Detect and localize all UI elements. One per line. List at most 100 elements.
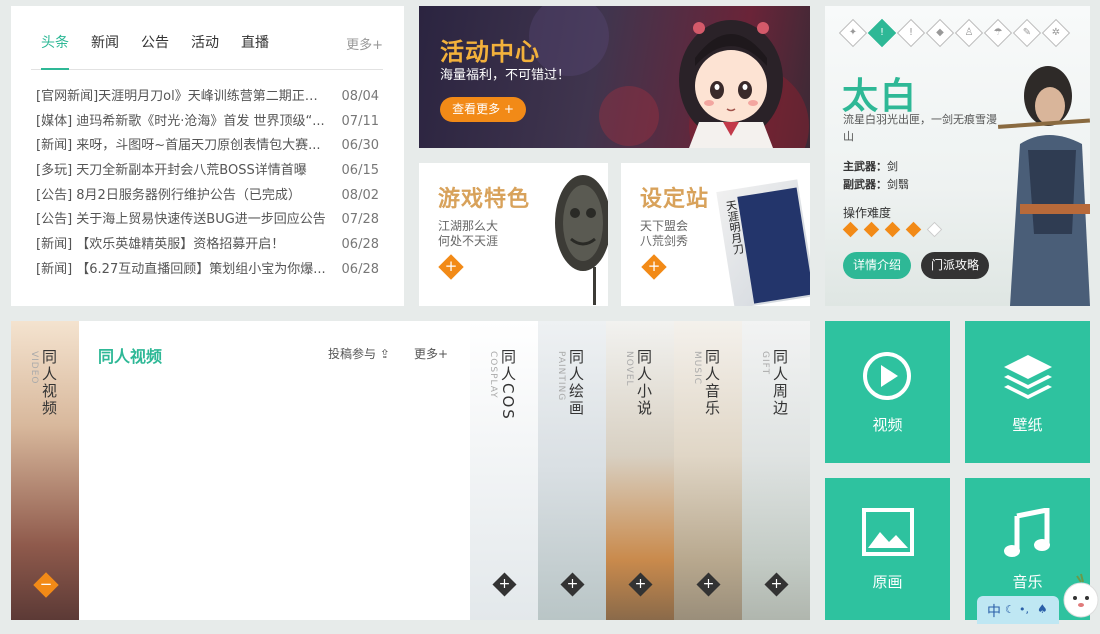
news-title[interactable]: [新闻] 来呀，斗图呀~首届天刀原创表情包大赛... [36, 137, 330, 155]
fanart-tab-painting[interactable]: 同人绘画 PAINTING + [538, 321, 606, 620]
list-item[interactable]: [新闻] 来呀，斗图呀~首届天刀原创表情包大赛... 06/30 [36, 137, 379, 162]
strip-subtitle: COSPLAY [488, 351, 498, 399]
class-icon[interactable]: ✦ [838, 18, 868, 48]
strip-subtitle: PAINTING [556, 351, 566, 402]
news-title[interactable]: [新闻] 【欢乐英雄精英服】资格招募开启！ [36, 236, 330, 254]
shirt-icon[interactable]: ♠ [1037, 602, 1048, 616]
news-more-link[interactable]: 更多+ [346, 34, 383, 53]
news-title[interactable]: [官网新闻]天涯明月刀ol》天峰训练营第二期正式... [36, 88, 330, 106]
strip-title: 同人视频 [40, 349, 58, 417]
card-line: 八荒剑秀 [640, 234, 689, 248]
class-icon[interactable]: ! [896, 18, 926, 48]
guide-button[interactable]: 门派攻略 [921, 252, 989, 279]
tile-label: 壁纸 [1012, 416, 1043, 434]
list-item[interactable]: [公告] 关于海上贸易快速传送BUG进一步回应公告 07/28 [36, 211, 379, 236]
difficulty-star-filled-icon [842, 221, 859, 238]
fanart-tab-merch[interactable]: 同人周边 GIFT + [742, 321, 810, 620]
tile-video[interactable]: 视频 [825, 321, 950, 463]
mask-sculpture-image [555, 175, 608, 305]
class-icon[interactable]: ♙ [954, 18, 984, 48]
list-item[interactable]: [新闻] 【欢乐英雄精英服】资格招募开启！ 06/28 [36, 236, 379, 261]
play-icon [863, 352, 911, 400]
expand-button[interactable]: + [438, 254, 464, 280]
news-title[interactable]: [媒体] 迪玛希新歌《时光·沧海》首发 世界顶级“... [36, 113, 330, 131]
news-title[interactable]: [新闻] 【6.27互动直播回顾】策划组小宝为你爆... [36, 261, 330, 279]
moon-icon[interactable]: ☾ [1005, 603, 1015, 616]
collapse-button[interactable]: − [33, 572, 59, 598]
ime-widget[interactable]: 中 ☾ •, ♠ [977, 573, 1100, 626]
setting-station-card[interactable]: 设定站 天下盟会 八荒剑秀 + 天涯明月刀 [621, 163, 810, 306]
book-image: 天涯明月刀 [716, 179, 810, 306]
tile-wallpaper[interactable]: 壁纸 [965, 321, 1090, 463]
fanart-title: 同人视频 [98, 347, 163, 366]
expand-button[interactable]: + [492, 572, 517, 597]
expand-button[interactable]: + [641, 254, 667, 280]
activity-banner[interactable]: 活动中心 海量福利，不可错过！ 查看更多 + [419, 6, 810, 148]
sub-weapon: 副武器：剑翳 [843, 176, 909, 192]
tab-headline[interactable]: 头条 [41, 34, 69, 70]
strip-title: 同人COS [499, 349, 517, 421]
ime-language-label[interactable]: 中 [987, 601, 1001, 621]
tab-announcements[interactable]: 公告 [141, 34, 169, 70]
class-icon[interactable]: ☂ [983, 18, 1013, 48]
class-icon[interactable]: ! [867, 18, 897, 48]
plus-icon: + [770, 576, 783, 592]
difficulty-star-filled-icon [884, 221, 901, 238]
game-features-card[interactable]: 游戏特色 江湖那么大 何处不天涯 + [419, 163, 608, 306]
tab-news[interactable]: 新闻 [91, 34, 119, 70]
character-portrait [997, 66, 1090, 306]
upload-icon: ⇪ [379, 347, 390, 361]
main-weapon-value: 剑 [887, 160, 898, 173]
tile-concept-art[interactable]: 原画 [825, 478, 950, 620]
class-icon[interactable]: ✲ [1041, 18, 1071, 48]
punctuation-icon[interactable]: •, [1019, 603, 1029, 616]
card-line: 何处不天涯 [438, 234, 499, 248]
news-list: [官网新闻]天涯明月刀ol》天峰训练营第二期正式... 08/04 [媒体] 迪玛… [36, 88, 379, 286]
expand-button[interactable]: + [560, 572, 585, 597]
detail-button[interactable]: 详情介绍 [843, 252, 911, 279]
plus-icon: + [498, 576, 511, 592]
strip-title: 同人周边 [771, 349, 789, 417]
news-date: 06/30 [341, 138, 379, 154]
fanart-tab-cos[interactable]: 同人COS COSPLAY + [470, 321, 538, 620]
strip-title: 同人音乐 [703, 349, 721, 417]
difficulty-star-filled-icon [905, 221, 922, 238]
list-item[interactable]: [公告] 8月2日服务器例行维护公告（已完成） 08/02 [36, 187, 379, 212]
tab-live[interactable]: 直播 [241, 34, 269, 70]
expand-button[interactable]: + [696, 572, 721, 597]
submit-label: 投稿参与 [328, 347, 377, 361]
list-item[interactable]: [媒体] 迪玛希新歌《时光·沧海》首发 世界顶级“... 07/11 [36, 113, 379, 138]
fanart-more-link[interactable]: 更多+ [414, 345, 448, 362]
expand-button[interactable]: + [764, 572, 789, 597]
list-item[interactable]: [新闻] 【6.27互动直播回顾】策划组小宝为你爆... 06/28 [36, 261, 379, 286]
news-date: 06/28 [341, 237, 379, 253]
expand-button[interactable]: + [628, 572, 653, 597]
strip-title: 同人绘画 [567, 349, 585, 417]
plus-icon: + [647, 257, 661, 275]
strip-title: 同人小说 [635, 349, 653, 417]
fanart-tab-video[interactable]: 同人视频 VIDEO − [11, 321, 79, 620]
class-icon[interactable]: ◆ [925, 18, 955, 48]
plus-icon: + [444, 257, 458, 275]
fanart-tab-music[interactable]: 同人音乐 MUSIC + [674, 321, 742, 620]
character-description: 流星白羽光出匣，一剑无痕雪漫山 [843, 113, 997, 143]
news-title[interactable]: [公告] 8月2日服务器例行维护公告（已完成） [36, 187, 330, 205]
news-title[interactable]: [公告] 关于海上贸易快速传送BUG进一步回应公告 [36, 211, 330, 229]
class-icon[interactable]: ✎ [1012, 18, 1042, 48]
list-item[interactable]: [官网新闻]天涯明月刀ol》天峰训练营第二期正式... 08/04 [36, 88, 379, 113]
strip-subtitle: VIDEO [29, 351, 39, 385]
news-title[interactable]: [多玩] 天刀全新副本开封会八荒BOSS详情首曝 [36, 162, 330, 180]
strip-subtitle: NOVEL [624, 351, 634, 387]
list-item[interactable]: [多玩] 天刀全新副本开封会八荒BOSS详情首曝 06/15 [36, 162, 379, 187]
mascot-icon [1063, 573, 1099, 618]
news-date: 06/28 [341, 261, 379, 277]
submit-link[interactable]: 投稿参与 ⇪ [328, 345, 390, 362]
news-panel: 头条 新闻 公告 活动 直播 更多+ [官网新闻]天涯明月刀ol》天峰训练营第二… [11, 6, 404, 306]
music-note-icon [1004, 508, 1050, 557]
view-more-button[interactable]: 查看更多 + [440, 97, 526, 122]
tab-events[interactable]: 活动 [191, 34, 219, 70]
main-weapon-label: 主武器： [843, 160, 887, 173]
fanart-panel: 同人视频 VIDEO − 同人视频 投稿参与 ⇪ 更多+ 同人COS COSPL… [11, 321, 810, 620]
fanart-tab-novel[interactable]: 同人小说 NOVEL + [606, 321, 674, 620]
news-date: 07/28 [341, 212, 379, 228]
